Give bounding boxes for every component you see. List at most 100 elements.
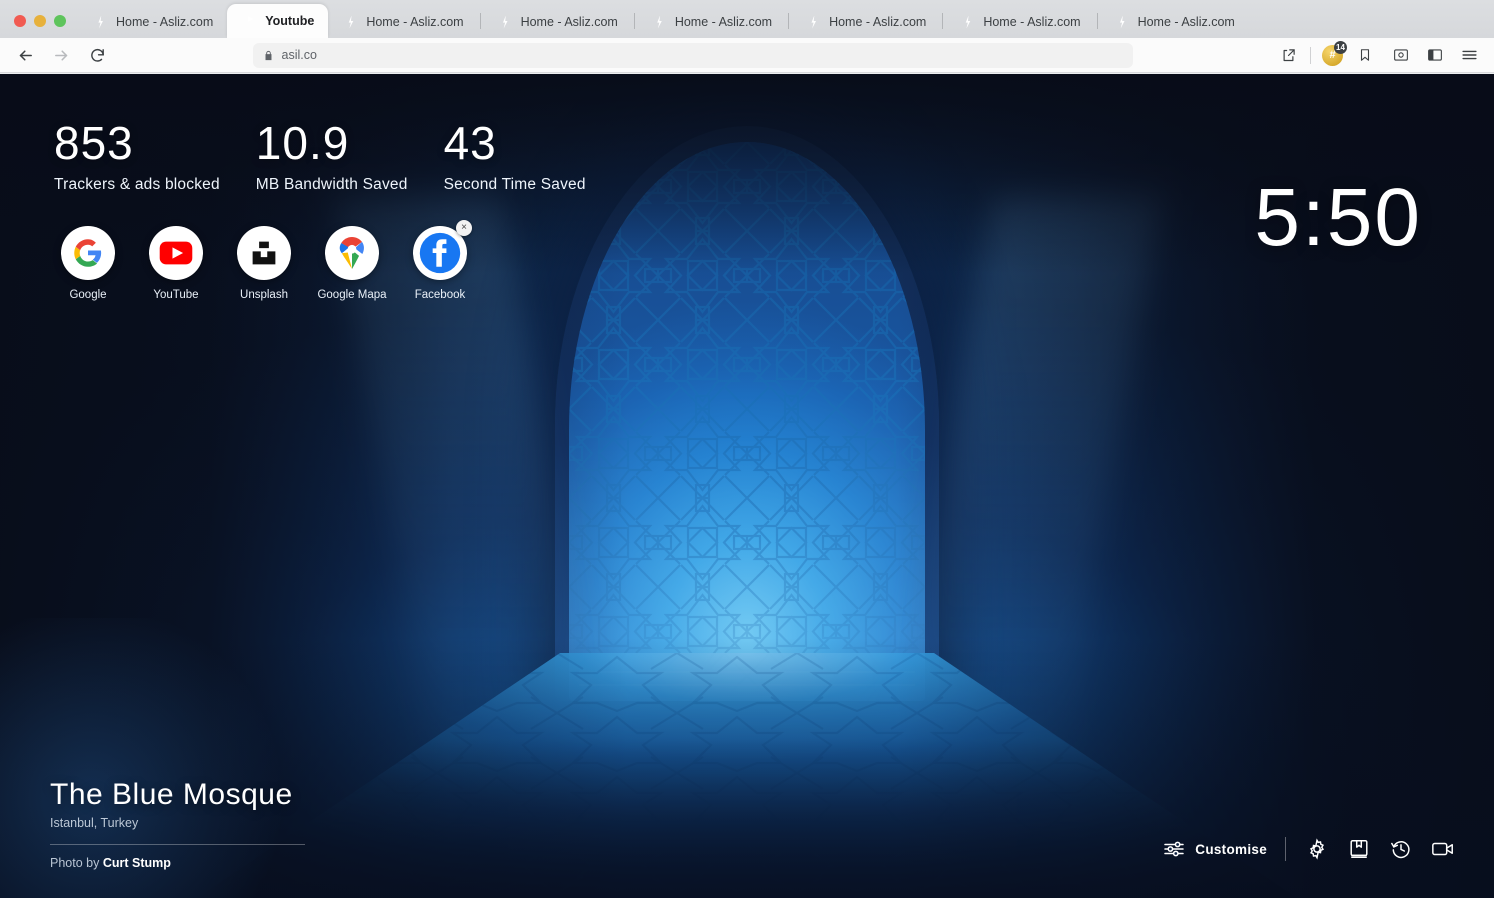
browser-toolbar: asil.co # 14 [0,38,1494,73]
honey-extension-icon[interactable]: # 14 [1322,45,1343,66]
browser-tab[interactable]: Home - Asliz.com [483,6,632,38]
browser-tab[interactable]: Home - Asliz.com [637,6,786,38]
extension-badge-count: 14 [1334,41,1347,54]
tab-title: Home - Asliz.com [116,15,213,29]
shortcut-label: YouTube [153,289,198,301]
browser-tab[interactable]: Home - Asliz.com [328,6,477,38]
tab-divider [634,13,635,29]
tab-list: Home - Asliz.com Youtube Home - Asliz.co… [78,0,1494,38]
asliz-favicon [342,14,359,31]
remove-shortcut-button[interactable]: × [456,220,472,236]
browser-window: Home - Asliz.com Youtube Home - Asliz.co… [0,0,1494,898]
unsplash-icon [237,226,291,280]
bookmark-icon[interactable] [1354,44,1376,66]
photo-location: Istanbul, Turkey [50,816,310,830]
privacy-stats: 853 Trackers & ads blocked 10.9 MB Bandw… [54,120,622,194]
shortcut-label: Facebook [415,289,466,301]
asliz-favicon [805,14,822,31]
bottom-action-bar: Customise [1163,836,1456,862]
asliz-favicon [497,14,514,31]
browser-tab-active[interactable]: Youtube [227,4,328,38]
browser-tab[interactable]: Home - Asliz.com [791,6,940,38]
asliz-favicon [92,14,109,31]
capture-icon[interactable] [1390,44,1412,66]
tab-title: Home - Asliz.com [829,15,926,29]
customise-label: Customise [1195,842,1267,857]
youtube-icon [149,226,203,280]
asliz-favicon [959,14,976,31]
asliz-favicon [651,14,668,31]
tab-title: Home - Asliz.com [675,15,772,29]
bookmarks-book-icon[interactable] [1346,836,1372,862]
lock-icon [263,49,274,62]
browser-tab[interactable]: Home - Asliz.com [945,6,1094,38]
stat-label: Trackers & ads blocked [54,176,220,194]
tab-title: Home - Asliz.com [983,15,1080,29]
stat-trackers-blocked: 853 Trackers & ads blocked [54,120,220,194]
browser-tab[interactable]: Home - Asliz.com [1100,6,1249,38]
youtube-favicon [241,13,258,30]
gear-icon[interactable] [1304,836,1330,862]
reload-icon[interactable] [86,44,108,66]
back-arrow-icon[interactable] [14,44,36,66]
stat-value: 43 [444,120,586,166]
share-icon[interactable] [1277,44,1299,66]
google-maps-icon [325,226,379,280]
address-bar[interactable]: asil.co [253,43,1133,68]
shortcut-facebook[interactable]: × Facebook [402,226,478,301]
bottom-bar-divider [1285,837,1286,861]
stat-time-saved: 43 Second Time Saved [444,120,586,194]
photo-author-line: Photo by Curt Stump [50,856,310,870]
tab-title: Youtube [265,14,314,28]
asliz-favicon [1114,14,1131,31]
sliders-icon [1163,840,1185,858]
forward-arrow-icon[interactable] [50,44,72,66]
photo-credit: The Blue Mosque Istanbul, Turkey Photo b… [50,778,310,871]
tab-divider [788,13,789,29]
tab-divider [942,13,943,29]
shortcut-google-maps[interactable]: Google Mapa [314,226,390,301]
tab-title: Home - Asliz.com [366,15,463,29]
history-clock-icon[interactable] [1388,836,1414,862]
minimize-window-button[interactable] [34,15,46,27]
shortcut-label: Google Mapa [317,289,386,301]
shortcut-label: Google [69,289,106,301]
stat-value: 853 [54,120,220,166]
shortcut-google[interactable]: Google [50,226,126,301]
stat-label: MB Bandwidth Saved [256,176,408,194]
tab-divider [480,13,481,29]
sidebar-toggle-icon[interactable] [1424,44,1446,66]
hamburger-menu-icon[interactable] [1458,44,1480,66]
newtab-content: 853 Trackers & ads blocked 10.9 MB Bandw… [0,74,1494,898]
google-icon [61,226,115,280]
clock-display: 5:50 [1254,177,1422,259]
customise-button[interactable]: Customise [1163,840,1267,858]
bottom-bar-actions [1304,836,1456,862]
omnibox-container: asil.co [122,43,1263,68]
video-camera-icon[interactable] [1430,836,1456,862]
tab-title: Home - Asliz.com [1138,15,1235,29]
shortcut-unsplash[interactable]: Unsplash [226,226,302,301]
window-controls [0,15,78,38]
toolbar-divider [1310,47,1311,64]
close-window-button[interactable] [14,15,26,27]
toolbar-actions: # 14 [1277,44,1376,66]
photo-title: The Blue Mosque [50,778,310,813]
toolbar-right-actions [1390,44,1480,66]
shortcut-list: Google YouTube [50,226,478,301]
photo-credit-prefix: Photo by [50,856,99,870]
tab-strip: Home - Asliz.com Youtube Home - Asliz.co… [0,0,1494,38]
shortcut-youtube[interactable]: YouTube [138,226,214,301]
shortcut-label: Unsplash [240,289,288,301]
address-bar-url: asil.co [282,48,317,62]
stat-label: Second Time Saved [444,176,586,194]
stat-bandwidth-saved: 10.9 MB Bandwidth Saved [256,120,408,194]
new-tab-page: 853 Trackers & ads blocked 10.9 MB Bandw… [0,74,1494,898]
photo-author-name[interactable]: Curt Stump [103,856,171,870]
maximize-window-button[interactable] [54,15,66,27]
stat-value: 10.9 [256,120,408,166]
divider [50,844,305,845]
browser-tab[interactable]: Home - Asliz.com [78,6,227,38]
tab-divider [1097,13,1098,29]
tab-title: Home - Asliz.com [521,15,618,29]
